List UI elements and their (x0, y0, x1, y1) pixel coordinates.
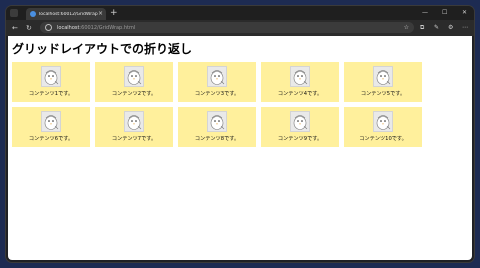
grid-card-label: コンテンツ9です。 (277, 136, 323, 142)
grid-card-label: コンテンツ5です。 (360, 91, 406, 97)
grid-card: コンテンツ5です。 (344, 62, 422, 102)
address-url: localhost:60012/GridWrap.html (57, 25, 135, 31)
character-illustration-icon (41, 66, 61, 87)
url-host: localhost (57, 24, 80, 31)
content-grid: コンテンツ1です。 コンテンツ2です。 コンテンツ3です。 コンテンツ4です。 コンテン… (12, 62, 422, 147)
character-illustration-icon (207, 111, 227, 132)
grid-card: コンテンツ2です。 (95, 62, 173, 102)
character-illustration-icon (373, 66, 393, 87)
character-illustration-icon (124, 66, 144, 87)
character-illustration-icon (124, 111, 144, 132)
collections-icon[interactable]: ⚙ (448, 24, 453, 32)
grid-card-label: コンテンツ6です。 (28, 136, 74, 142)
page-title: グリッドレイアウトでの折り返し (12, 42, 193, 56)
grid-card-label: コンテンツ4です。 (277, 91, 323, 97)
tab-close-icon[interactable]: × (98, 11, 103, 17)
close-window-button[interactable]: ✕ (462, 8, 467, 17)
grid-card: コンテンツ9です。 (261, 107, 339, 147)
maximize-button[interactable]: ☐ (442, 8, 447, 17)
tab-bar: localhost:60012/GridWrap.html × + — ☐ ✕ (6, 6, 474, 20)
browser-toolbar: ← ↻ localhost:60012/GridWrap.html ☆ ⧉ ✎ … (6, 20, 474, 36)
new-tab-button[interactable]: + (110, 8, 118, 18)
grid-card-label: コンテンツ3です。 (194, 91, 240, 97)
grid-card-label: コンテンツ7です。 (111, 136, 157, 142)
favorite-star-icon[interactable]: ☆ (404, 24, 409, 31)
back-button[interactable]: ← (12, 23, 18, 33)
address-bar[interactable]: localhost:60012/GridWrap.html ☆ (40, 22, 414, 33)
grid-card: コンテンツ8です。 (178, 107, 256, 147)
grid-card-label: コンテンツ1です。 (28, 91, 74, 97)
grid-card: コンテンツ10です。 (344, 107, 422, 147)
grid-card-label: コンテンツ10です。 (359, 136, 407, 142)
page-viewport: グリッドレイアウトでの折り返し コンテンツ1です。 コンテンツ2です。 コンテンツ3… (8, 36, 472, 260)
url-path: :60012/GridWrap.html (79, 24, 136, 31)
character-illustration-icon (290, 66, 310, 87)
reload-button[interactable]: ↻ (26, 23, 32, 33)
split-screen-icon[interactable]: ⧉ (420, 24, 424, 32)
grid-card: コンテンツ1です。 (12, 62, 90, 102)
browser-menu-icon[interactable] (10, 9, 18, 17)
site-info-icon[interactable] (45, 24, 52, 31)
tab-title: localhost:60012/GridWrap.html (39, 11, 98, 17)
grid-card: コンテンツ7です。 (95, 107, 173, 147)
grid-card-label: コンテンツ2です。 (111, 91, 157, 97)
extensions-icon[interactable]: ✎ (434, 24, 439, 32)
minimize-button[interactable]: — (422, 8, 428, 17)
grid-card: コンテンツ6です。 (12, 107, 90, 147)
browser-window: localhost:60012/GridWrap.html × + — ☐ ✕ … (6, 6, 474, 262)
tab-gridwrap[interactable]: localhost:60012/GridWrap.html × (26, 8, 106, 20)
grid-card-label: コンテンツ8です。 (194, 136, 240, 142)
favicon-icon (30, 11, 36, 17)
grid-card: コンテンツ3です。 (178, 62, 256, 102)
character-illustration-icon (290, 111, 310, 132)
grid-card: コンテンツ4です。 (261, 62, 339, 102)
character-illustration-icon (207, 66, 227, 87)
character-illustration-icon (41, 111, 61, 132)
character-illustration-icon (373, 111, 393, 132)
more-menu-icon[interactable]: ⋯ (462, 24, 468, 32)
